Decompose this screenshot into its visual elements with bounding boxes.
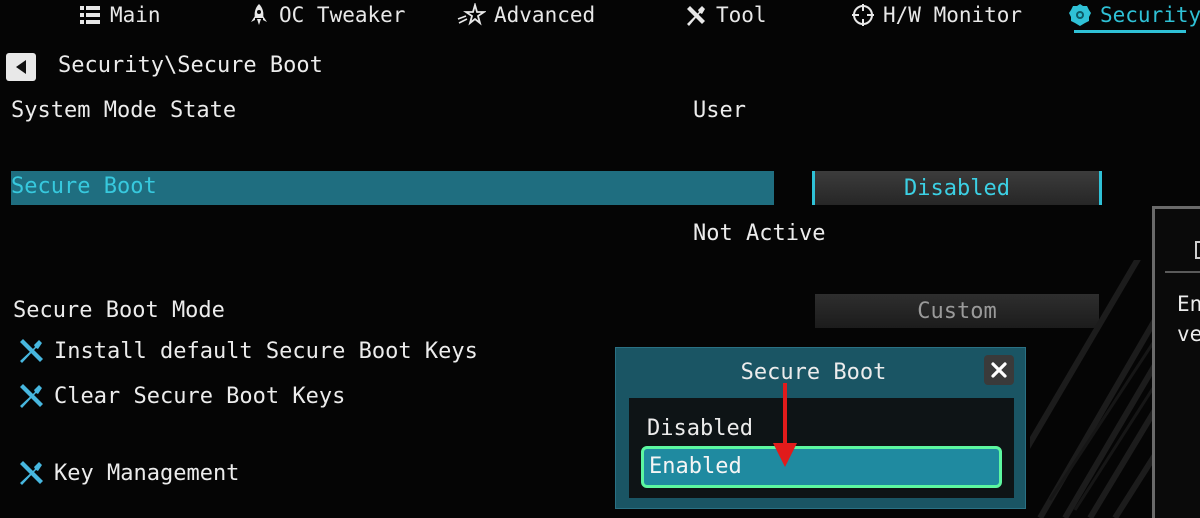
key-management-item[interactable]: Key Management bbox=[16, 458, 239, 488]
tab-tool[interactable]: Tool bbox=[684, 0, 767, 30]
tab-hw-monitor-label: H/W Monitor bbox=[883, 3, 1023, 27]
secure-boot-mode-value: Custom bbox=[917, 298, 997, 324]
install-default-keys-item[interactable]: Install default Secure Boot Keys bbox=[16, 336, 478, 366]
option-disabled[interactable]: Disabled bbox=[647, 416, 753, 441]
tab-main-label: Main bbox=[110, 3, 161, 27]
option-enabled[interactable]: Enabled bbox=[641, 446, 1002, 488]
close-icon bbox=[991, 362, 1007, 378]
popup-close-button[interactable] bbox=[984, 355, 1014, 385]
tab-hw-monitor[interactable]: H/W Monitor bbox=[851, 0, 1022, 30]
key-management-label: Key Management bbox=[54, 460, 240, 486]
secure-boot-mode-label: Secure Boot Mode bbox=[13, 298, 225, 323]
tab-main[interactable]: Main bbox=[78, 0, 161, 30]
help-panel-text-line1: En bbox=[1177, 292, 1200, 316]
tab-advanced-label: Advanced bbox=[494, 3, 596, 27]
install-default-keys-label: Install default Secure Boot Keys bbox=[54, 338, 478, 364]
rocket-icon bbox=[251, 4, 267, 25]
tab-security[interactable]: Security bbox=[1068, 0, 1200, 30]
back-button[interactable] bbox=[6, 53, 36, 81]
help-panel: En ve bbox=[1152, 206, 1200, 518]
tab-advanced[interactable]: Advanced bbox=[456, 0, 595, 30]
crosshair-icon bbox=[852, 4, 874, 26]
help-panel-icon bbox=[1195, 241, 1200, 259]
wrench-screwdriver-icon bbox=[20, 461, 43, 485]
popup-options: Disabled Enabled bbox=[629, 398, 1014, 498]
top-nav: Main OC Tweaker Advanced Tool H/W Monito… bbox=[0, 0, 1200, 34]
tools-icon bbox=[687, 6, 705, 26]
tab-tool-label: Tool bbox=[716, 3, 767, 27]
tab-oc-tweaker[interactable]: OC Tweaker bbox=[247, 0, 405, 30]
annotation-arrow bbox=[773, 383, 797, 467]
breadcrumb: Security\Secure Boot bbox=[58, 53, 323, 78]
tab-oc-tweaker-label: OC Tweaker bbox=[279, 3, 406, 27]
secure-boot-popup: Secure Boot Disabled Enabled bbox=[615, 347, 1026, 509]
tab-security-label: Security bbox=[1100, 3, 1200, 27]
back-arrow-icon bbox=[16, 60, 26, 74]
wrench-screwdriver-icon bbox=[20, 339, 43, 363]
secure-boot-status: Not Active bbox=[693, 221, 826, 246]
secure-boot-row[interactable]: Secure Boot bbox=[11, 171, 774, 205]
secure-boot-value-button[interactable]: Disabled bbox=[812, 171, 1102, 205]
shield-icon bbox=[1069, 4, 1091, 26]
popup-title: Secure Boot bbox=[740, 360, 887, 385]
option-enabled-label: Enabled bbox=[649, 454, 742, 479]
background-decoration bbox=[1030, 260, 1155, 518]
list-icon bbox=[80, 6, 100, 24]
help-panel-divider bbox=[1165, 271, 1200, 273]
system-mode-state-value: User bbox=[693, 98, 746, 123]
active-tab-underline bbox=[1074, 30, 1186, 33]
system-mode-state-label: System Mode State bbox=[11, 98, 237, 123]
secure-boot-label: Secure Boot bbox=[11, 174, 157, 199]
wrench-screwdriver-icon bbox=[20, 384, 43, 408]
clear-keys-item[interactable]: Clear Secure Boot Keys bbox=[16, 381, 345, 411]
star-icon bbox=[457, 3, 486, 26]
help-panel-text: En ve bbox=[1177, 289, 1200, 349]
help-panel-text-line2: ve bbox=[1177, 322, 1200, 346]
secure-boot-value: Disabled bbox=[904, 175, 1010, 201]
clear-keys-label: Clear Secure Boot Keys bbox=[54, 383, 346, 409]
